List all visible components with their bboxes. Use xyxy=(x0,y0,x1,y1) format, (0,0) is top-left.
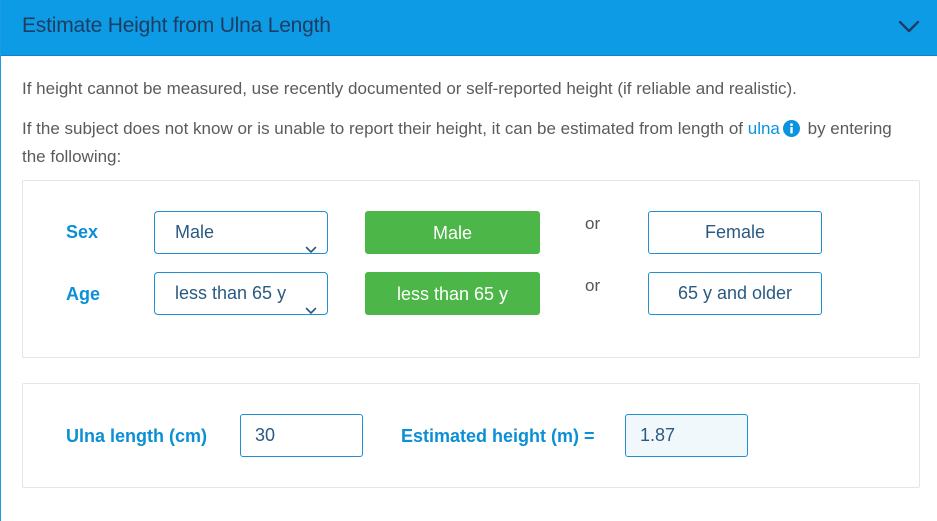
intro-text-2-start: If the subject does not know or is unabl… xyxy=(22,119,748,138)
ulna-result-card: Ulna length (cm) 30 Estimated height (m)… xyxy=(22,383,920,488)
sex-or-text: or xyxy=(585,214,601,233)
age-select[interactable]: less than 65 y xyxy=(154,272,328,315)
intro-text-1: If height cannot be measured, use recent… xyxy=(22,79,797,98)
chevron-down-icon xyxy=(305,228,317,269)
age-under-65-button[interactable]: less than 65 y xyxy=(365,272,540,315)
ulna-length-input[interactable]: 30 xyxy=(240,414,363,457)
age-label: Age xyxy=(66,284,101,304)
chevron-down-icon[interactable] xyxy=(896,14,922,40)
sex-female-button[interactable]: Female xyxy=(648,211,822,254)
ulna-link[interactable]: ulna xyxy=(748,119,780,138)
sex-male-button[interactable]: Male xyxy=(365,211,540,254)
age-65-plus-button[interactable]: 65 y and older xyxy=(648,272,822,315)
estimated-height-output: 1.87 xyxy=(625,414,748,457)
chevron-down-icon xyxy=(305,289,317,330)
sex-age-card: Sex Male Male or Female Age less than 65… xyxy=(22,180,920,358)
estimated-height-label: Estimated height (m) = xyxy=(401,426,595,446)
ulna-length-label: Ulna length (cm) xyxy=(66,426,208,446)
intro-text-2: If the subject does not know or is unabl… xyxy=(22,116,917,169)
panel-header[interactable]: Estimate Height from Ulna Length xyxy=(1,0,937,56)
age-select-value: less than 65 y xyxy=(175,283,287,303)
sex-label: Sex xyxy=(66,222,99,242)
sex-select[interactable]: Male xyxy=(154,211,328,254)
age-or-text: or xyxy=(585,276,601,295)
info-icon[interactable] xyxy=(782,119,800,144)
sex-select-value: Male xyxy=(175,222,215,242)
panel-title: Estimate Height from Ulna Length xyxy=(22,14,331,37)
ulna-panel: Estimate Height from Ulna Length If heig… xyxy=(0,0,937,521)
